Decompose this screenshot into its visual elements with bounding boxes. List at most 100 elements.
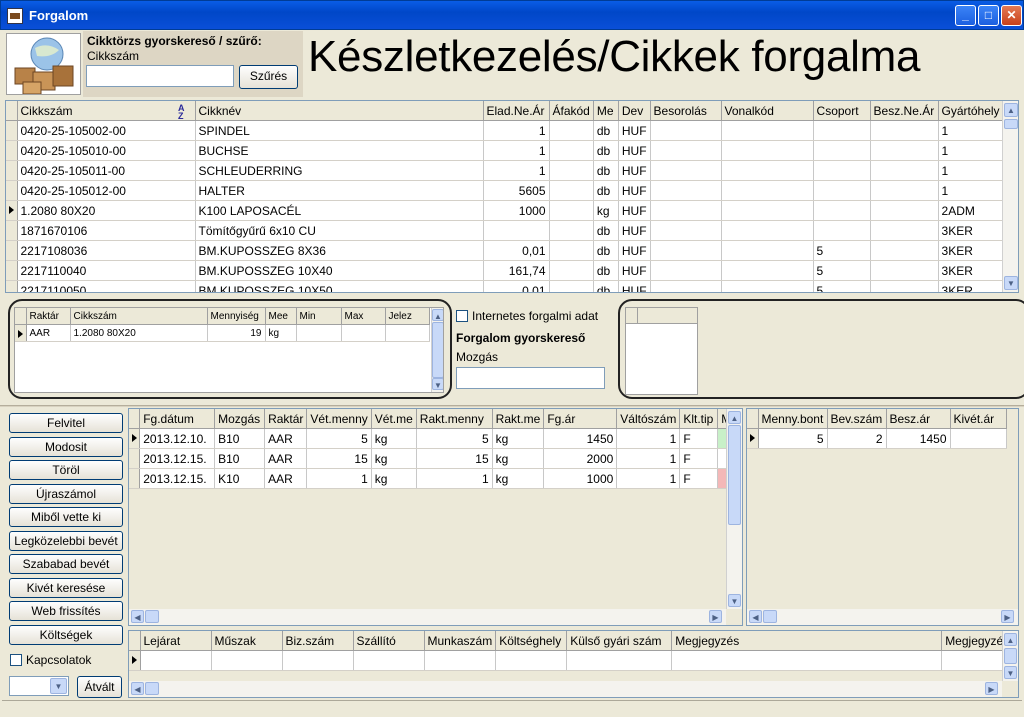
table-row[interactable]: 2217110040 BM.KUPOSSZEG 10X40 161,74 db HUF 5…	[6, 260, 1004, 281]
detail-cell[interactable]: 2	[827, 428, 887, 449]
column-header[interactable]: Kivét.ár	[950, 409, 1007, 429]
table-row[interactable]: 2217108036 BM.KUPOSSZEG 8X36 0,01 db HUF 5 3KE…	[6, 240, 1004, 261]
side-action-button[interactable]: Töröl	[9, 460, 123, 480]
extra-cell[interactable]	[353, 650, 425, 671]
column-header[interactable]: Áfakód	[549, 101, 594, 121]
item-cell[interactable]	[870, 260, 939, 281]
item-cell[interactable]: Tömítőgyűrű 6x10 CU	[195, 220, 484, 241]
row-selector[interactable]	[6, 180, 18, 201]
column-header[interactable]: Vét.me	[371, 409, 417, 429]
row-selector-header[interactable]	[15, 308, 27, 325]
item-cell[interactable]: 0420-25-105011-00	[17, 160, 196, 181]
table-row[interactable]: 0420-25-105010-00 BUCHSE 1 db HUF 1	[6, 140, 1004, 161]
movement-search-input[interactable]	[456, 367, 605, 389]
item-cell[interactable]: 3KER	[938, 240, 1004, 261]
item-cell[interactable]	[549, 140, 594, 161]
side-action-button[interactable]: Kivét keresése	[9, 577, 123, 598]
item-cell[interactable]: 2217108036	[17, 240, 196, 261]
movement-cell[interactable]: kg	[492, 468, 545, 489]
item-cell[interactable]: 0420-25-105012-00	[17, 180, 196, 201]
side-action-button[interactable]: Szababad bevét	[9, 554, 123, 574]
item-cell[interactable]	[721, 120, 814, 141]
detail-cell[interactable]: 5	[758, 428, 828, 449]
item-cell[interactable]: 3KER	[938, 280, 1004, 292]
row-selector[interactable]	[129, 448, 141, 469]
row-pointer-icon[interactable]	[129, 428, 141, 449]
item-cell[interactable]: 1	[938, 140, 1004, 161]
item-cell[interactable]: HUF	[618, 180, 651, 201]
movement-cell[interactable]: F	[679, 428, 719, 449]
column-header[interactable]: Gyártóhely	[938, 101, 1004, 121]
maximize-button[interactable]: □	[978, 5, 999, 26]
column-header[interactable]: Csoport	[813, 101, 871, 121]
item-cell[interactable]: HUF	[618, 160, 651, 181]
item-cell[interactable]: db	[593, 120, 619, 141]
side-action-button[interactable]: Web frissítés	[9, 601, 123, 621]
item-cell[interactable]	[549, 280, 594, 292]
table-row[interactable]: 2013.12.15. K10 AAR 1 kg 1 kg 1000 1 F	[129, 468, 742, 489]
column-header[interactable]: Bev.szám	[827, 409, 887, 429]
app-icon[interactable]	[7, 8, 23, 24]
item-cell[interactable]: 5	[813, 280, 871, 292]
title-bar[interactable]: Forgalom _ □ ✕	[0, 0, 1024, 30]
movement-cell[interactable]: AAR	[264, 428, 308, 449]
item-cell[interactable]: HUF	[618, 200, 651, 221]
column-header[interactable]: Lejárat	[140, 631, 212, 651]
movement-vertical-scrollbar[interactable]: ▲ ▼	[726, 409, 742, 609]
row-selector[interactable]	[6, 280, 18, 292]
stock-cell[interactable]	[296, 324, 342, 342]
column-header[interactable]: Rakt.menny	[416, 409, 493, 429]
scroll-thumb[interactable]	[145, 610, 159, 623]
extra-cell[interactable]	[424, 650, 497, 671]
scroll-thumb[interactable]	[145, 682, 159, 695]
item-cell[interactable]: HUF	[618, 120, 651, 141]
stock-cell[interactable]: 19	[207, 324, 266, 342]
row-pointer-icon[interactable]	[6, 200, 18, 221]
column-header[interactable]: Besz.Ne.Ár	[870, 101, 939, 121]
row-pointer-icon[interactable]	[129, 650, 141, 671]
column-header[interactable]: Fg.dátum	[139, 409, 216, 429]
item-cell[interactable]	[650, 280, 722, 292]
item-cell[interactable]: 5	[813, 260, 871, 281]
item-cell[interactable]	[813, 200, 871, 221]
item-cell[interactable]: 0,01	[483, 280, 550, 292]
column-header[interactable]: Fg.ár	[543, 409, 618, 429]
column-header[interactable]: Rakt.me	[492, 409, 545, 429]
column-header[interactable]: Munkaszám	[424, 631, 497, 651]
item-number-search-input[interactable]	[86, 65, 234, 87]
row-selector[interactable]	[6, 120, 18, 141]
column-header[interactable]: Min	[296, 308, 342, 325]
table-row[interactable]: 1871670106 Tömítőgyűrű 6x10 CU db HUF 3KER	[6, 220, 1004, 241]
item-cell[interactable]	[870, 120, 939, 141]
scroll-up-icon[interactable]: ▲	[1004, 103, 1018, 117]
item-cell[interactable]	[549, 160, 594, 181]
scroll-up-icon[interactable]: ▲	[1004, 633, 1017, 646]
table-row[interactable]: 2217110050 BM.KUPOSSZEG 10X50 0,01 db HUF 5 3K…	[6, 280, 1004, 292]
item-cell[interactable]: 2217110050	[17, 280, 196, 292]
stock-cell[interactable]	[341, 324, 386, 342]
scroll-down-icon[interactable]: ▼	[728, 594, 741, 607]
side-action-button[interactable]: Költségek	[9, 624, 123, 645]
movement-cell[interactable]: 2013.12.15.	[139, 468, 216, 489]
item-cell[interactable]: HUF	[618, 260, 651, 281]
items-grid[interactable]: Cikkszám Cikknév Elad.Ne.Ár Áfakód Me Dev Beso…	[5, 100, 1019, 293]
scroll-down-icon[interactable]: ▼	[432, 378, 443, 390]
movement-cell[interactable]: B10	[214, 428, 266, 449]
item-cell[interactable]: 2217110040	[17, 260, 196, 281]
item-cell[interactable]	[721, 160, 814, 181]
item-cell[interactable]	[721, 240, 814, 261]
column-header[interactable]: Me	[593, 101, 619, 121]
item-cell[interactable]: db	[593, 160, 619, 181]
stock-grid[interactable]: Raktár Cikkszám Mennyiség Mee Min Max Jelez AA…	[14, 307, 444, 393]
item-cell[interactable]	[549, 260, 594, 281]
row-pointer-icon[interactable]	[747, 428, 759, 449]
column-header[interactable]: Mennyiség	[207, 308, 266, 325]
scroll-right-icon[interactable]: ▶	[985, 682, 998, 695]
movement-cell[interactable]: kg	[371, 468, 417, 489]
stock-vertical-scrollbar[interactable]: ▲ ▼	[431, 308, 443, 392]
item-cell[interactable]	[870, 220, 939, 241]
table-row[interactable]: 0420-25-105012-00 HALTER 5605 db HUF 1	[6, 180, 1004, 201]
item-cell[interactable]	[650, 140, 722, 161]
item-cell[interactable]: HUF	[618, 280, 651, 292]
column-header[interactable]: Cikknév	[195, 101, 484, 121]
